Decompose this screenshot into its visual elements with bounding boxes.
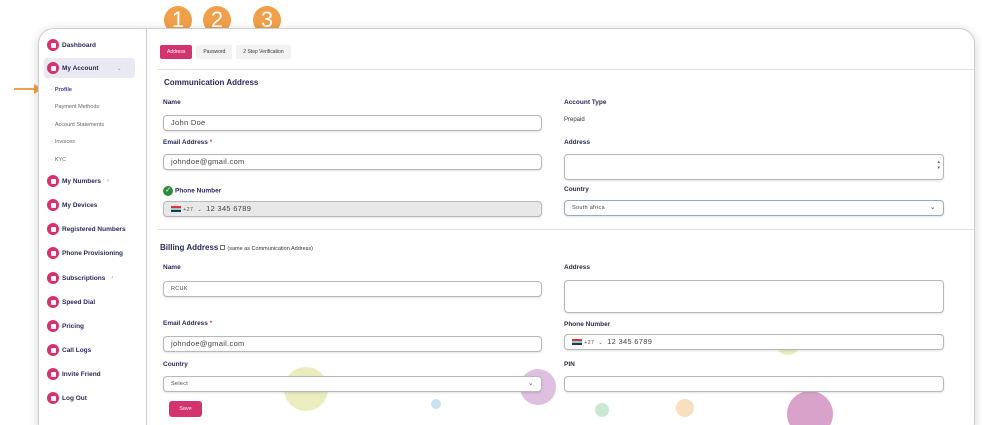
sidebar-item-pricing[interactable]: Pricing xyxy=(47,316,84,336)
sidebar-item-registered-numbers[interactable]: Registered Numbers xyxy=(47,219,126,239)
app-window: Dashboard My Account ⌄ Profile Payment M… xyxy=(38,28,975,425)
sidebar: Dashboard My Account ⌄ Profile Payment M… xyxy=(39,29,147,425)
billing-name-label: Name xyxy=(163,264,181,271)
billing-phone-input[interactable]: +27 ⌄ 12 345 6789 xyxy=(564,334,944,350)
screenshot-stage: 1 2 3 Dashboard My Account ⌄ Profile Pay… xyxy=(0,0,982,425)
comm-address-input[interactable]: ▴ ▾ xyxy=(564,154,944,180)
billing-phone-label: Phone Number xyxy=(564,321,611,328)
communication-address-title: Communication Address xyxy=(164,78,259,87)
subscriptions-icon xyxy=(47,272,59,284)
sidebar-item-label: Pricing xyxy=(62,322,85,330)
save-button[interactable]: Save xyxy=(169,401,202,417)
sidebar-item-my-account[interactable]: My Account ⌄ xyxy=(44,58,135,78)
wrench-icon xyxy=(47,247,59,259)
sidebar-item-my-numbers[interactable]: My Numbers › xyxy=(47,171,109,191)
comm-country-select[interactable]: South africa ⌄ xyxy=(564,200,944,216)
same-as-checkbox[interactable] xyxy=(220,245,226,251)
billing-address-title: Billing Address (same as Communication Ad… xyxy=(160,243,313,252)
sidebar-item-label: Subscriptions xyxy=(62,274,106,282)
south-africa-flag-icon xyxy=(572,339,582,346)
billing-country-label: Country xyxy=(163,361,188,368)
profile-tabs: Address Password 2 Step Verification xyxy=(160,45,291,59)
billing-address-label: Address xyxy=(564,264,591,271)
chevron-right-icon: › xyxy=(111,275,114,281)
chevron-right-icon: › xyxy=(107,178,110,184)
divider xyxy=(157,69,974,70)
billing-pin-input[interactable] xyxy=(564,376,944,392)
sidebar-item-subscriptions[interactable]: Subscriptions › xyxy=(47,268,113,288)
sidebar-item-label: Registered Numbers xyxy=(62,225,126,233)
pricing-icon xyxy=(47,320,59,332)
sidebar-item-invite-friend[interactable]: Invite Friend xyxy=(47,364,101,384)
comm-email-input[interactable]: johndoe@gmail.com xyxy=(163,154,542,170)
comm-name-label: Name xyxy=(163,99,181,106)
comm-phone-input[interactable]: +27 ⌄ 12 345 6789 xyxy=(163,201,542,217)
sidebar-item-label: My Numbers xyxy=(62,177,102,185)
sidebar-item-label: My Devices xyxy=(62,201,98,209)
speed-dial-icon xyxy=(47,296,59,308)
billing-email-input[interactable]: johndoe@gmail.com xyxy=(163,336,542,352)
sidebar-item-call-logs[interactable]: Call Logs xyxy=(47,340,91,360)
chevron-down-icon: ⌄ xyxy=(527,380,534,387)
invite-icon xyxy=(47,368,59,380)
sidebar-item-label: My Account xyxy=(62,64,99,72)
device-icon xyxy=(47,199,59,211)
sidebar-item-label: Invite Friend xyxy=(62,370,101,378)
comm-country-label: Country xyxy=(564,186,589,193)
call-log-icon xyxy=(47,344,59,356)
sidebar-item-dashboard[interactable]: Dashboard xyxy=(47,35,96,55)
billing-name-input[interactable]: RCUK xyxy=(163,281,542,297)
tab-address[interactable]: Address xyxy=(160,45,193,59)
comm-name-input[interactable]: John Doe xyxy=(163,115,542,131)
sidebar-subitem-payment-methods[interactable]: Payment Methods xyxy=(51,104,99,110)
sidebar-subitem-profile[interactable]: Profile xyxy=(51,87,72,93)
chevron-down-icon: ⌄ xyxy=(929,204,936,211)
decorative-circle xyxy=(431,399,441,409)
account-type-label: Account Type xyxy=(564,99,607,106)
sidebar-item-label: Phone Provisioning xyxy=(62,249,124,257)
decorative-circle xyxy=(676,399,694,417)
billing-country-select[interactable]: Select ⌄ xyxy=(163,376,542,392)
divider xyxy=(157,229,974,230)
billing-email-label: Email Address * xyxy=(163,320,213,327)
south-africa-flag-icon xyxy=(171,206,181,213)
decorative-circle xyxy=(595,403,609,417)
comm-email-label: Email Address * xyxy=(163,139,213,146)
logout-icon xyxy=(47,392,59,404)
numbers-icon xyxy=(47,175,59,187)
user-icon xyxy=(47,62,59,74)
comm-address-label: Address xyxy=(564,139,591,146)
tab-password[interactable]: Password xyxy=(196,45,233,59)
sidebar-item-speed-dial[interactable]: Speed Dial xyxy=(47,292,95,312)
sidebar-subitem-account-statements[interactable]: Account Statements xyxy=(51,122,104,128)
sidebar-item-label: Speed Dial xyxy=(62,298,96,306)
sidebar-item-label: Log Out xyxy=(62,394,87,402)
decorative-circle xyxy=(787,391,833,425)
sidebar-item-log-out[interactable]: Log Out xyxy=(47,388,87,408)
tab-2-step-verification[interactable]: 2 Step Verification xyxy=(236,45,291,59)
main-content: Address Password 2 Step Verification Com… xyxy=(157,29,974,425)
scroll-arrows-icon: ▴ ▾ xyxy=(937,159,940,171)
chevron-down-icon: ⌄ xyxy=(116,65,122,72)
sidebar-item-label: Dashboard xyxy=(62,41,96,49)
comm-phone-label: ✓ Phone Number xyxy=(163,186,221,196)
billing-pin-label: PIN xyxy=(564,361,575,368)
sidebar-item-label: Call Logs xyxy=(62,346,92,354)
phone-icon xyxy=(47,223,59,235)
dashboard-icon xyxy=(47,39,59,51)
billing-address-input[interactable] xyxy=(564,280,944,313)
sidebar-item-my-devices[interactable]: My Devices xyxy=(47,195,97,215)
verified-check-icon: ✓ xyxy=(163,186,173,196)
sidebar-subitem-invoices[interactable]: Invoices xyxy=(51,139,75,145)
account-type-value: Prepaid xyxy=(564,117,585,123)
sidebar-item-phone-provisioning[interactable]: Phone Provisioning xyxy=(47,243,123,263)
sidebar-subitem-kyc[interactable]: KYC xyxy=(51,157,66,163)
